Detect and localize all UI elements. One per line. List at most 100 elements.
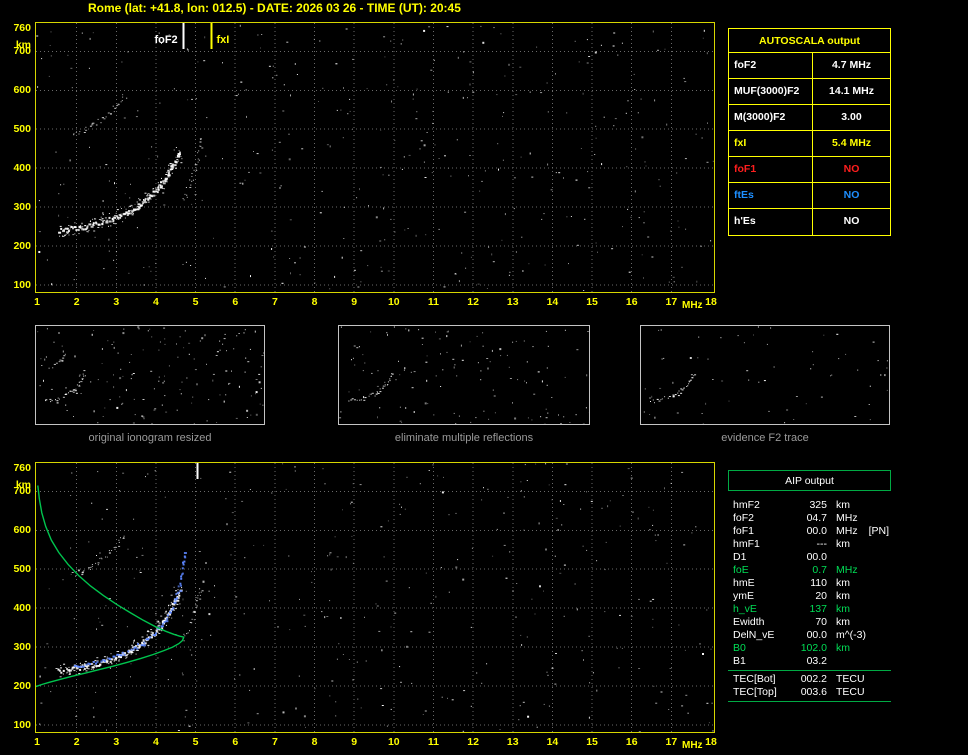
param-flag: [PN] [868,525,889,537]
bottom-x-tick-label: 2 [73,736,80,748]
thumbnail-caption: original ionogram resized [88,432,212,444]
param-label: DelN_vE [733,629,775,641]
param-unit: km [836,499,850,511]
param-flag [865,512,891,525]
top-x-tick-label: 3 [113,296,120,308]
param-value: NO [843,215,860,227]
param-flag [865,577,891,590]
top-x-tick-label: 2 [73,296,80,308]
param-unit: TECU [836,686,865,698]
param-value: 002.2 [800,673,827,685]
top-ionogram-plot: foF2 fxI [35,22,715,293]
param-value: 4.7 MHz [831,59,872,71]
thumbnail-caption: eliminate multiple reflections [394,432,534,444]
param-unit: km [836,616,850,628]
aip-row-DelN_vE: DelN_vE 00.0 m^(-3) [728,629,891,642]
param-value: 0.7 [812,564,827,576]
top-x-tick-label: 11 [427,296,440,308]
top-x-tick-label: 15 [586,296,598,308]
top-x-tick-label: 13 [506,296,519,308]
bottom-x-tick-label: 7 [271,736,278,748]
bottom-x-tick-label: 8 [311,736,318,748]
aip-row-B0: B0 102.0 km [728,642,891,655]
top-x-tick-label: 6 [232,296,239,308]
bottom-x-tick-label: 5 [192,736,199,748]
param-flag [865,564,891,577]
param-unit: km [836,590,850,602]
autoscala-row-M(3000)F2: M(3000)F2 3.00 [729,105,890,131]
param-unit: MHz [836,512,858,524]
param-value: 102.0 [800,642,827,654]
bottom-x-tick-label: 1 [34,736,40,748]
top-x-tick-label: 9 [351,296,358,308]
top-x-tick-label: 14 [546,296,559,308]
param-label: hmF2 [733,499,760,511]
autoscala-row-MUF(3000)F2: MUF(3000)F2 14.1 MHz [729,79,890,105]
param-value: 5.4 MHz [831,137,872,149]
param-value: NO [843,163,860,175]
param-unit: MHz [836,525,858,537]
param-label: TEC[Top] [733,686,777,698]
top-x-tick-label: 12 [467,296,479,308]
bottom-x-tick-label: 17 [665,736,678,748]
param-label: D1 [733,551,747,563]
param-label: foF2 [729,53,813,78]
aip-row-TEC[Top]: TEC[Top] 003.6 TECU [728,686,891,699]
aip-row-foE: foE 0.7 MHz [728,564,891,577]
param-label: B0 [733,642,746,654]
param-value: 14.1 MHz [829,85,874,97]
aip-row-B1: B1 03.2 [728,655,891,668]
top-x-unit-label: MHz [682,300,703,311]
aip-row-foF2: foF2 04.7 MHz [728,512,891,525]
thumbnail-canvas [37,326,264,424]
param-unit [827,551,865,564]
param-flag [865,499,891,512]
param-flag [865,642,891,655]
bottom-y-unit-label: km [15,479,31,491]
param-unit: MHz [836,564,858,576]
param-value: 00.0 [806,551,827,563]
param-label: B1 [733,655,746,667]
param-flag [865,673,891,686]
top-y-tick-label: 300 [13,201,31,214]
top-x-tick-label: 10 [387,296,400,308]
top-x-tick-label: 1 [34,296,40,308]
param-unit [827,655,865,668]
bottom-y-tick-label: 100 [13,719,31,731]
top-y-tick-label: 200 [13,240,31,253]
svg-text:foF2: foF2 [154,34,177,46]
param-flag [865,590,891,603]
autoscala-row-foF2: foF2 4.7 MHz [729,53,890,79]
top-ionogram-canvas: foF2 fxI [36,23,714,292]
aip-divider [728,670,891,671]
autoscala-row-foF1: foF1 NO [729,157,890,183]
param-label: foF2 [733,512,755,524]
bottom-ionogram-plot [35,462,715,733]
thumbnail-caption: evidence F2 trace [721,432,809,444]
top-y-tick-label: 600 [13,84,31,97]
aip-row-ymE: ymE 20 km [728,590,891,603]
autoscala-table-title: AUTOSCALA output [729,29,890,53]
param-value: 03.2 [806,655,827,667]
bottom-x-tick-label: 4 [153,736,159,748]
aip-row-hmF2: hmF2 325 km [728,499,891,512]
param-value: 20 [815,590,827,602]
param-flag [865,538,891,551]
bottom-x-tick-label: 14 [546,736,559,748]
aip-row-hmF1: hmF1 --- km [728,538,891,551]
param-flag [865,551,891,564]
param-label: hmF1 [733,538,760,550]
top-y-tick-label: 400 [13,162,31,175]
param-label: ftEs [729,183,813,208]
param-value: 3.00 [841,111,862,123]
aip-divider [728,701,891,702]
param-flag [865,616,891,629]
param-unit: m^(-3) [836,629,867,641]
aip-row-D1: D1 00.0 [728,551,891,564]
param-label: ymE [733,590,754,602]
top-x-tick-label: 5 [192,296,199,308]
param-unit: km [836,642,850,654]
param-flag [865,603,891,616]
top-x-tick-label: 16 [625,296,638,308]
aip-row-Ewidth: Ewidth 70 km [728,616,891,629]
